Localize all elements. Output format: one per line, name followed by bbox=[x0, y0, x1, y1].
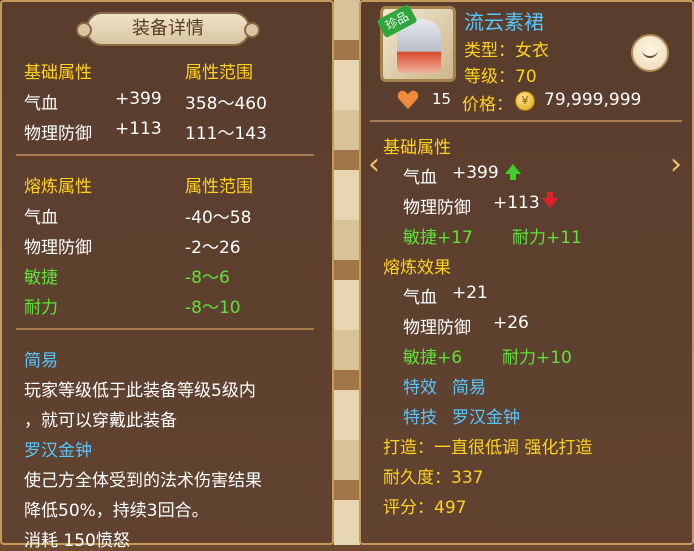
chevron-right-icon[interactable]: › bbox=[666, 150, 686, 180]
skill-label: 特技 bbox=[403, 408, 437, 428]
refine-attr-range: -40～58 bbox=[185, 208, 252, 228]
arrow-up-icon bbox=[505, 164, 521, 180]
effect-value: 简易 bbox=[452, 378, 486, 398]
base-attr-name: 物理防御 bbox=[403, 198, 471, 218]
refine-attr-name: 气血 bbox=[403, 288, 437, 308]
refine-attr-name: 物理防御 bbox=[403, 318, 471, 338]
eye-closed-icon[interactable] bbox=[631, 34, 669, 72]
forge-info: 打造：一直很低调 强化打造 bbox=[383, 438, 593, 458]
refine-attr-range: -8～6 bbox=[185, 268, 230, 288]
refine-effect-header: 熔炼效果 bbox=[383, 258, 451, 278]
divider bbox=[16, 154, 314, 156]
base-attr-value: +113 bbox=[493, 193, 540, 213]
skill-description: 降低50%，持续3回合。 bbox=[24, 501, 209, 521]
effect-description: ，就可以穿戴此装备 bbox=[24, 411, 177, 431]
base-attr-name: 气血 bbox=[403, 168, 437, 188]
skill-description: 使己方全体受到的法术伤害结果 bbox=[24, 471, 262, 491]
base-attr-value: +399 bbox=[452, 163, 499, 183]
refine-attr-header: 熔炼属性 bbox=[24, 177, 92, 197]
item-type: 类型：女衣 bbox=[464, 41, 549, 61]
divider bbox=[370, 120, 682, 122]
effect-title: 简易 bbox=[24, 351, 58, 371]
background-game-view bbox=[334, 0, 360, 545]
score: 评分：497 bbox=[383, 498, 467, 518]
skill-value: 罗汉金钟 bbox=[452, 408, 520, 428]
skill-title: 罗汉金钟 bbox=[24, 441, 92, 461]
item-name: 流云素裙 bbox=[464, 10, 544, 34]
refine-attr-name: 耐力 bbox=[24, 298, 58, 318]
effect-description: 玩家等级低于此装备等级5级内 bbox=[24, 381, 256, 401]
refine-attr-value: +26 bbox=[493, 313, 529, 333]
divider bbox=[16, 328, 314, 330]
chevron-left-icon[interactable]: ‹ bbox=[364, 150, 384, 180]
attr-range-header: 属性范围 bbox=[185, 63, 253, 83]
base-attr-value: +113 bbox=[115, 119, 162, 139]
effect-label: 特效 bbox=[403, 378, 437, 398]
base-bonus: 耐力+11 bbox=[512, 228, 582, 248]
price-value: 79,999,999 bbox=[544, 90, 642, 110]
base-bonus: 敏捷+17 bbox=[403, 228, 473, 248]
base-attr-value: +399 bbox=[115, 89, 162, 109]
coin-icon: ¥ bbox=[515, 91, 535, 111]
refine-attr-value: +21 bbox=[452, 283, 488, 303]
base-attr-name: 气血 bbox=[24, 94, 58, 114]
panel-title: 装备详情 bbox=[76, 12, 260, 46]
heart-icon[interactable] bbox=[397, 90, 419, 110]
refine-attr-range: -8～10 bbox=[185, 298, 241, 318]
refine-attr-name: 气血 bbox=[24, 208, 58, 228]
arrow-down-icon bbox=[542, 192, 558, 208]
refine-attr-range: -2～26 bbox=[185, 238, 241, 258]
item-level: 等级：70 bbox=[464, 67, 537, 87]
durability: 耐久度：337 bbox=[383, 468, 484, 488]
base-attr-header: 基础属性 bbox=[24, 63, 92, 83]
skill-cost: 消耗 150愤怒 bbox=[24, 531, 130, 551]
base-attr-name: 物理防御 bbox=[24, 124, 92, 144]
refine-bonus: 耐力+10 bbox=[502, 348, 572, 368]
equipment-detail-panel: 装备详情 基础属性 属性范围 气血 +399 358～460 物理防御 +113… bbox=[0, 0, 334, 551]
base-attr-header: 基础属性 bbox=[383, 138, 451, 158]
refine-range-header: 属性范围 bbox=[185, 177, 253, 197]
refine-attr-name: 物理防御 bbox=[24, 238, 92, 258]
refine-bonus: 敏捷+6 bbox=[403, 348, 463, 368]
base-attr-range: 358～460 bbox=[185, 94, 267, 114]
price-label: 价格： bbox=[462, 95, 513, 115]
base-attr-range: 111～143 bbox=[185, 124, 267, 144]
item-icon[interactable]: 珍品 bbox=[376, 3, 456, 82]
like-count: 15 bbox=[432, 90, 452, 108]
refine-attr-name: 敏捷 bbox=[24, 268, 58, 288]
